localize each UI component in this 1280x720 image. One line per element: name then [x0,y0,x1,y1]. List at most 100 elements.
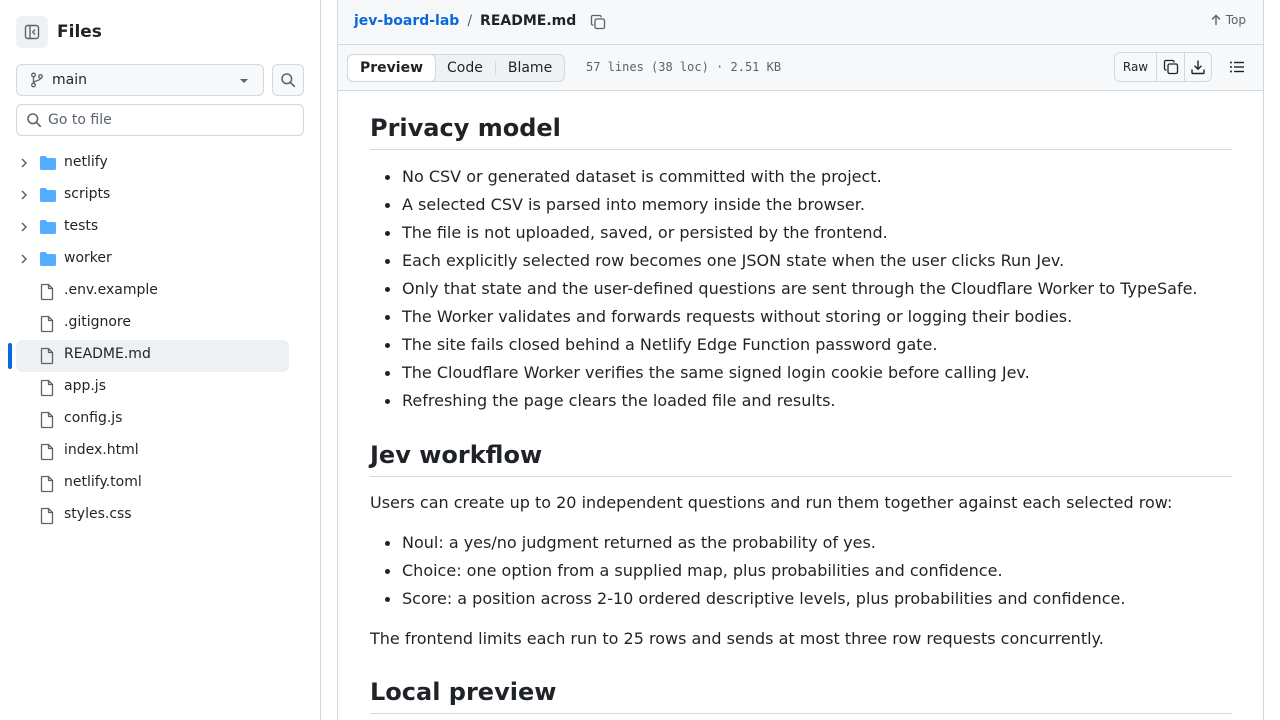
breadcrumb-separator: / [467,13,473,29]
tree-folder-netlify[interactable]: netlify [0,147,320,179]
tab-preview[interactable]: Preview [347,54,437,82]
collapse-sidebar-button[interactable] [16,16,48,48]
file-actions: Raw [1114,52,1212,82]
list-item: The Cloudflare Worker verifies the same … [370,359,1232,387]
list-item: The Worker validates and forwards reques… [370,303,1232,331]
tree-item-label: .env.example [64,282,158,298]
list-item: Choice: one option from a supplied map, … [370,557,1232,585]
list-item: Refreshing the page clears the loaded fi… [370,387,1232,415]
caret-down-icon [240,79,248,83]
file-icon [40,315,54,333]
file-toolbar: Preview Code Blame 57 lines (38 loc) · 2… [337,45,1264,91]
tree-file-readme[interactable]: README.md [0,339,320,372]
file-icon [40,411,54,429]
search-icon [27,113,42,128]
active-highlight [16,340,289,372]
markdown-body: Privacy model No CSV or generated datase… [370,91,1232,714]
arrow-up-icon [1211,14,1221,25]
workflow-outro: The frontend limits each run to 25 rows … [370,629,1104,648]
tree-item-label: styles.css [64,506,132,522]
file-icon [40,347,54,365]
file-icon [40,283,54,301]
copy-path-icon[interactable] [590,14,606,30]
tree-folder-scripts[interactable]: scripts [0,179,320,211]
tree-file-styles-css[interactable]: styles.css [0,499,320,531]
file-icon [40,475,54,493]
copy-icon [1163,59,1178,75]
list-item: Only that state and the user-defined que… [370,275,1232,303]
tree-file-env-example[interactable]: .env.example [0,275,320,307]
breadcrumb-file: README.md [480,13,577,29]
tree-file-index-html[interactable]: index.html [0,435,320,467]
branch-name: main [52,72,87,88]
breadcrumb: jev-board-lab / README.md [354,12,606,30]
folder-icon [40,220,56,234]
tree-file-app-js[interactable]: app.js [0,371,320,403]
list-item: The site fails closed behind a Netlify E… [370,331,1232,359]
chevron-right-icon[interactable] [18,253,30,265]
workflow-intro: Users can create up to 20 independent qu… [370,493,1173,512]
file-meta: 57 lines (38 loc) · 2.51 KB [586,60,782,74]
tab-blame[interactable]: Blame [496,55,564,81]
tree-item-label: index.html [64,442,139,458]
file-tree-sidebar: Files main netlify [0,0,321,720]
sidebar-collapse-icon [24,24,40,40]
chevron-right-icon[interactable] [18,189,30,201]
list-item: The file is not uploaded, saved, or pers… [370,219,1232,247]
search-icon [281,73,296,88]
list-item: No CSV or generated dataset is committed… [370,163,1232,191]
search-files-button[interactable] [272,64,304,96]
tree-folder-worker[interactable]: worker [0,243,320,275]
list-item: Noul: a yes/no judgment returned as the … [370,529,1232,557]
git-branch-icon [31,72,43,88]
heading-jev-workflow: Jev workflow [370,440,1232,477]
sidebar-title: Files [57,22,102,42]
tree-item-label: scripts [64,186,111,202]
tab-code[interactable]: Code [435,55,495,81]
active-indicator [8,343,12,369]
tree-item-label: config.js [64,410,123,426]
list-outline-icon [1230,61,1244,73]
scroll-top-label: Top [1225,13,1246,27]
raw-button[interactable]: Raw [1115,53,1157,81]
file-icon [40,507,54,525]
branch-selector[interactable]: main [16,64,264,96]
privacy-list: No CSV or generated dataset is committed… [370,163,1232,415]
tree-file-netlify-toml[interactable]: netlify.toml [0,467,320,499]
tree-item-label: README.md [64,346,151,362]
list-item: A selected CSV is parsed into memory ins… [370,191,1232,219]
list-item: Each explicitly selected row becomes one… [370,247,1232,275]
file-icon [40,379,54,397]
chevron-right-icon[interactable] [18,157,30,169]
outline-button[interactable] [1229,59,1245,79]
folder-icon [40,252,56,266]
view-mode-tabs: Preview Code Blame [347,54,566,82]
tree-item-label: .gitignore [64,314,131,330]
readme-content: Privacy model No CSV or generated datase… [337,91,1264,720]
list-item: Score: a position across 2-10 ordered de… [370,585,1232,613]
breadcrumb-repo-link[interactable]: jev-board-lab [354,13,459,29]
file-tree: netlify scripts tests worker .env.exampl… [0,147,320,531]
workflow-list: Noul: a yes/no judgment returned as the … [370,529,1232,613]
tree-file-gitignore[interactable]: .gitignore [0,307,320,339]
file-icon [40,443,54,461]
tree-file-config-js[interactable]: config.js [0,403,320,435]
go-to-file-input[interactable] [48,112,288,128]
scroll-top-button[interactable]: Top [1210,13,1246,27]
tree-folder-tests[interactable]: tests [0,211,320,243]
download-button[interactable] [1184,53,1211,81]
tree-item-label: worker [64,250,112,266]
sidebar-header: Files [16,16,102,48]
tree-item-label: tests [64,218,99,234]
folder-icon [40,156,56,170]
heading-privacy-model: Privacy model [370,113,1232,150]
tree-item-label: netlify.toml [64,474,142,490]
chevron-right-icon[interactable] [18,221,30,233]
tree-item-label: app.js [64,378,106,394]
go-to-file-field[interactable] [16,104,304,136]
folder-icon [40,188,56,202]
file-header: jev-board-lab / README.md Top [337,0,1264,45]
heading-local-preview: Local preview [370,677,1232,714]
download-icon [1191,60,1205,75]
copy-raw-button[interactable] [1157,53,1184,81]
